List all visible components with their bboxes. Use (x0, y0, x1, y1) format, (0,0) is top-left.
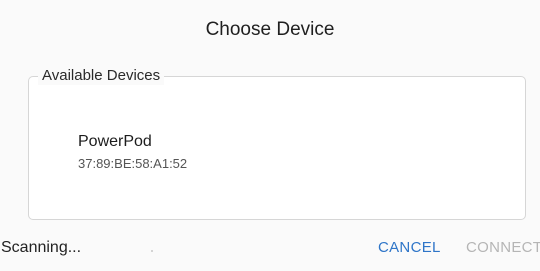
scanning-indicator (151, 250, 153, 252)
device-address: 37:89:BE:58:A1:52 (78, 156, 188, 171)
scan-status: Scanning... (1, 239, 82, 256)
available-devices-label: Available Devices (38, 67, 165, 85)
connect-button[interactable]: CONNECT (466, 239, 540, 256)
device-list-item[interactable]: PowerPod 37:89:BE:58:A1:52 (78, 133, 498, 177)
choose-device-dialog: Choose Device Available Devices PowerPod… (0, 0, 540, 271)
cancel-button[interactable]: CANCEL (378, 239, 441, 256)
device-name: PowerPod (78, 133, 152, 150)
dialog-title: Choose Device (205, 19, 335, 40)
